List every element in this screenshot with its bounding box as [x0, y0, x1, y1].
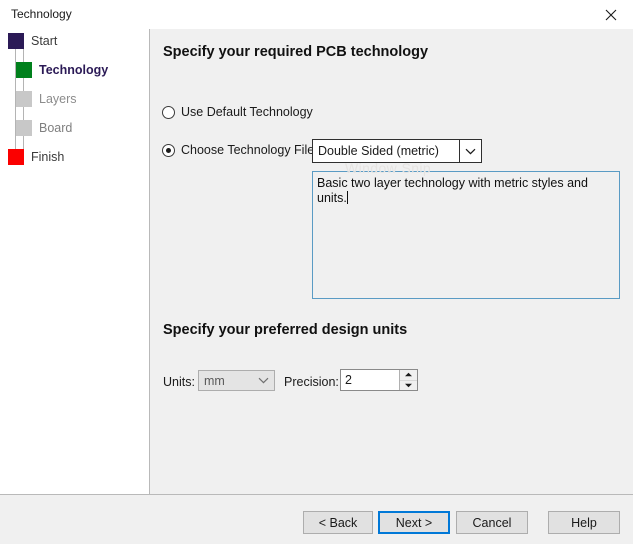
spinner-down-button[interactable] — [400, 380, 417, 390]
precision-spinner-buttons — [399, 370, 417, 390]
radio-indicator-choose — [162, 144, 175, 157]
text-caret — [346, 191, 348, 204]
radio-label-default: Use Default Technology — [181, 105, 313, 119]
spinner-up-button[interactable] — [400, 370, 417, 381]
sidebar-item-label-start: Start — [31, 34, 58, 48]
technology-file-combo-arrow[interactable] — [459, 140, 481, 162]
sidebar-item-label-layers: Layers — [39, 92, 77, 106]
step-marker-technology — [16, 62, 32, 78]
sidebar-item-label-board: Board — [39, 121, 73, 135]
step-marker-finish — [8, 149, 24, 165]
units-combo-arrow[interactable] — [252, 371, 274, 390]
step-marker-start — [8, 33, 24, 49]
radio-use-default-technology[interactable]: Use Default Technology — [162, 105, 313, 120]
cancel-button[interactable]: Cancel — [456, 511, 528, 534]
precision-value[interactable]: 2 — [341, 370, 399, 390]
window-title: Technology — [11, 7, 72, 21]
back-button[interactable]: < Back — [303, 511, 373, 534]
spinner-up-icon — [404, 372, 413, 377]
precision-spinner[interactable]: 2 — [340, 369, 418, 391]
chevron-down-icon — [258, 377, 269, 384]
units-label: Units: — [163, 375, 195, 389]
main-content-panel: Specify your required PCB technology Use… — [150, 29, 633, 494]
technology-description-value: Basic two layer technology with metric s… — [317, 176, 588, 205]
technology-file-combo-value: Double Sided (metric) — [318, 144, 439, 158]
radio-indicator-default — [162, 106, 175, 119]
precision-label: Precision: — [284, 375, 339, 389]
technology-description-text: Basic two layer technology with metric s… — [317, 176, 615, 206]
technology-wizard-window: Technology Start Technology Layers Board… — [0, 0, 633, 544]
step-marker-layers — [16, 91, 32, 107]
step-marker-board — [16, 120, 32, 136]
units-heading: Specify your preferred design units — [163, 322, 408, 338]
title-bar: Technology — [0, 0, 633, 29]
technology-description-box[interactable]: Basic two layer technology with metric s… — [312, 171, 620, 299]
close-icon — [605, 9, 617, 21]
rail-branch-line-2 — [23, 67, 24, 155]
close-button[interactable] — [588, 0, 633, 29]
technology-file-combo[interactable]: Double Sided (metric) — [312, 139, 482, 163]
units-combo[interactable]: mm — [198, 370, 275, 391]
sidebar-item-label-finish: Finish — [31, 150, 65, 164]
sidebar-item-label-technology: Technology — [39, 63, 109, 77]
next-button[interactable]: Next > — [378, 511, 450, 534]
radio-choose-technology-file[interactable]: Choose Technology File: — [162, 143, 318, 158]
technology-heading: Specify your required PCB technology — [163, 44, 429, 60]
spinner-down-icon — [404, 383, 413, 388]
chevron-down-icon — [465, 148, 476, 155]
radio-label-choose: Choose Technology File: — [181, 143, 318, 157]
units-combo-value: mm — [204, 373, 225, 388]
help-button[interactable]: Help — [548, 511, 620, 534]
wizard-step-rail: Start Technology Layers Board Finish — [0, 29, 149, 494]
